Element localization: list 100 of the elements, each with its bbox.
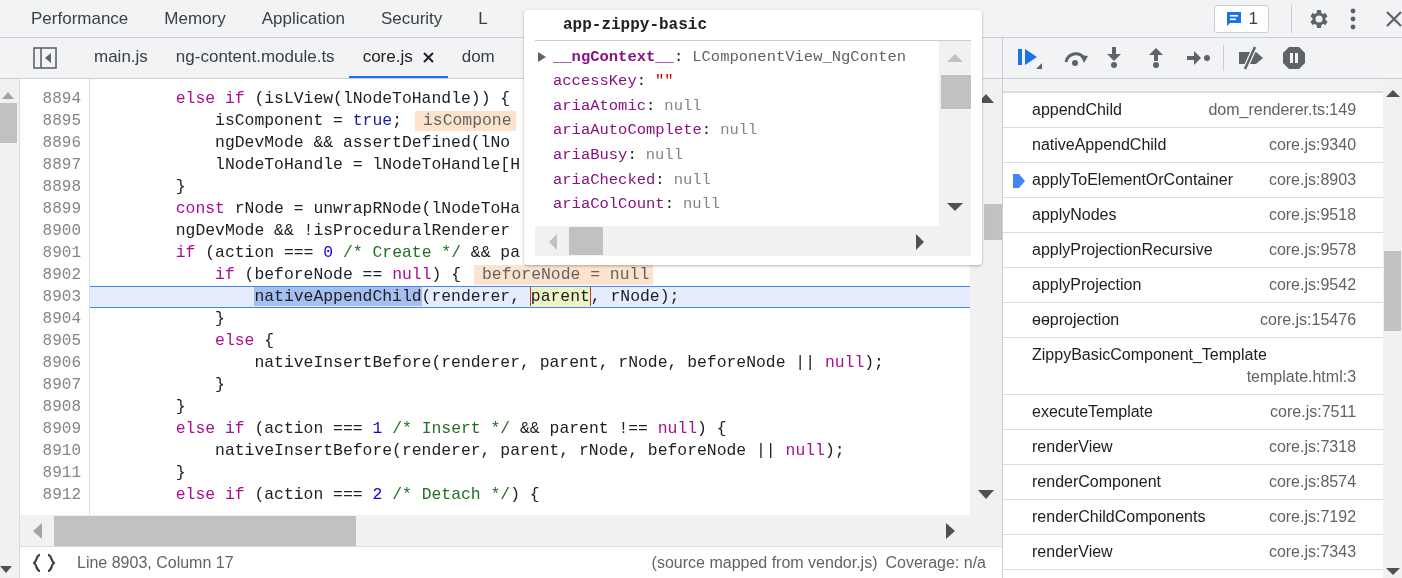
line-number: 8906 — [41, 353, 82, 374]
frame-location: core.js:8574 — [1268, 472, 1357, 492]
step-over-icon[interactable] — [1063, 49, 1089, 67]
inline-value: beforeNode = null — [474, 265, 654, 285]
property-row-text: ariaColCount: null — [552, 194, 722, 216]
scroll-down-arrow-icon[interactable] — [978, 490, 994, 500]
source-map-text: (source mapped from vendor.js) — [651, 552, 878, 573]
function-name: renderComponent — [1032, 472, 1161, 492]
coverage-text: Coverage: n/a — [885, 552, 986, 573]
scrollbar-thumb[interactable] — [984, 204, 1002, 240]
frame-location: core.js:9542 — [1268, 275, 1357, 295]
function-name: renderChildComponents — [1032, 507, 1206, 527]
line-number: 8910 — [41, 441, 82, 462]
message-icon — [1224, 9, 1243, 28]
code-line: isComponent = true; — [214, 111, 402, 131]
issues-button[interactable]: 1 — [1213, 4, 1269, 33]
scroll-down-arrow-icon[interactable] — [0, 566, 12, 574]
property-row-text: accessKey: "" — [552, 71, 675, 93]
file-tab[interactable]: dom — [447, 38, 509, 78]
resume-icon[interactable] — [1017, 47, 1043, 69]
function-name: renderView — [1032, 542, 1113, 562]
scroll-down-arrow-icon[interactable] — [947, 203, 964, 212]
step-out-icon[interactable] — [1149, 47, 1163, 69]
property-row-text: ariaBusy: null — [552, 145, 684, 167]
function-name: executeTemplate — [1032, 402, 1153, 422]
frame-location: core.js:9518 — [1268, 205, 1357, 225]
panel-tab[interactable]: Security — [380, 5, 443, 32]
close-icon[interactable] — [422, 51, 434, 63]
inline-value: isCompone — [414, 111, 516, 131]
panel-tab[interactable]: L — [478, 5, 488, 32]
line-number: 8897 — [41, 155, 82, 176]
frame-location: core.js:7343 — [1268, 542, 1357, 562]
pause-on-exceptions-icon[interactable] — [1282, 46, 1306, 70]
code-line: } — [214, 309, 225, 329]
line-number: 8904 — [41, 309, 82, 330]
frame-location: core.js:8903 — [1268, 170, 1357, 190]
file-tab[interactable]: main.js — [80, 38, 162, 78]
line-number: 8908 — [41, 397, 82, 418]
frame-location: template.html:3 — [1246, 367, 1357, 387]
function-name: applyNodes — [1032, 205, 1117, 225]
line-number: 8912 — [41, 485, 82, 506]
step-into-icon[interactable] — [1107, 47, 1121, 69]
scroll-up-arrow-icon[interactable] — [1386, 89, 1401, 97]
scrollbar-thumb[interactable] — [941, 75, 972, 109]
line-number: 8896 — [41, 133, 82, 154]
code-line: if (beforeNode == null) { — [214, 265, 461, 285]
panel-tab[interactable]: Memory — [164, 5, 226, 32]
code-line: lNodeToHandle = lNodeToHandle[H — [214, 155, 520, 175]
function-name: applyToElementOrContainer — [1032, 170, 1233, 190]
popover-title: app-zippy-basic — [535, 10, 971, 41]
line-number: 8898 — [41, 177, 82, 198]
frame-location: core.js:7318 — [1268, 437, 1357, 457]
code-line: else if (isLView(lNodeToHandle)) { — [174, 89, 511, 109]
scroll-right-arrow-icon[interactable] — [946, 523, 956, 539]
property-row-text: ariaAtomic: null — [552, 95, 703, 117]
code-line: } — [174, 397, 186, 417]
frame-location: dom_renderer.ts:149 — [1208, 100, 1357, 120]
line-number: 8911 — [41, 463, 82, 484]
step-icon[interactable] — [1187, 51, 1211, 65]
code-line: else if (action === 1 /* Insert */ && parent !== null) { — [174, 419, 727, 439]
line-number: 8901 — [41, 243, 82, 264]
line-number: 8899 — [41, 199, 82, 220]
line-number: 8907 — [41, 375, 82, 396]
code-line: if (action === 0 /* Create */ && pa — [174, 243, 521, 263]
property-row[interactable]: __ngContext__: LComponentView_NgConten — [535, 45, 940, 70]
expand-triangle-icon[interactable] — [538, 52, 546, 62]
line-number: 8902 — [41, 265, 82, 286]
property-row-text: ariaAutoComplete: null — [552, 120, 759, 142]
scroll-right-arrow-icon[interactable] — [916, 234, 925, 250]
code-line: else if (action === 2 /* Detach */) { — [174, 485, 540, 505]
function-name: ZippyBasicComponent_Template — [1032, 345, 1267, 365]
scrollbar-thumb[interactable] — [0, 103, 17, 143]
function-name: appendChild — [1032, 100, 1122, 120]
sidebar-toggle-icon[interactable] — [33, 47, 57, 69]
frame-location: core.js:7192 — [1268, 507, 1357, 527]
scrollbar-thumb[interactable] — [569, 227, 603, 255]
pretty-print-icon[interactable] — [33, 553, 55, 572]
line-number: 8900 — [41, 221, 82, 242]
scroll-down-arrow-icon[interactable] — [1386, 568, 1401, 576]
property-row-text: ariaChecked: null — [552, 169, 712, 191]
code-line: const rNode = unwrapRNode(lNodeToHa — [174, 199, 520, 219]
frame-location: core.js:15476 — [1260, 310, 1357, 330]
scrollbar-thumb[interactable] — [54, 516, 356, 546]
function-name: renderView — [1032, 437, 1113, 457]
code-line: } — [174, 177, 186, 197]
panel-tab[interactable]: Application — [261, 5, 345, 32]
code-line: nativeInsertBefore(renderer, parent, rNode, beforeNode || null); — [253, 353, 884, 373]
code-line: ngDevMode && !isProceduralRenderer — [174, 221, 511, 241]
frame-location: core.js:7511 — [1270, 402, 1357, 422]
scrollbar-thumb[interactable] — [1384, 251, 1402, 331]
line-number: 8909 — [41, 419, 82, 440]
function-name: ɵɵprojection — [1032, 310, 1120, 330]
frame-location: core.js:9340 — [1268, 135, 1357, 155]
more-menu-icon[interactable] — [1350, 7, 1356, 30]
file-tab[interactable]: ng-content.module.ts — [161, 38, 349, 78]
cursor-position-text: Line 8903, Column 17 — [77, 552, 234, 573]
line-number: 8894 — [41, 89, 82, 110]
code-line: nativeAppendChild(renderer, parent, rNode); — [253, 287, 680, 307]
panel-tab[interactable]: Performance — [31, 5, 129, 32]
function-name: nativeAppendChild — [1032, 135, 1167, 155]
